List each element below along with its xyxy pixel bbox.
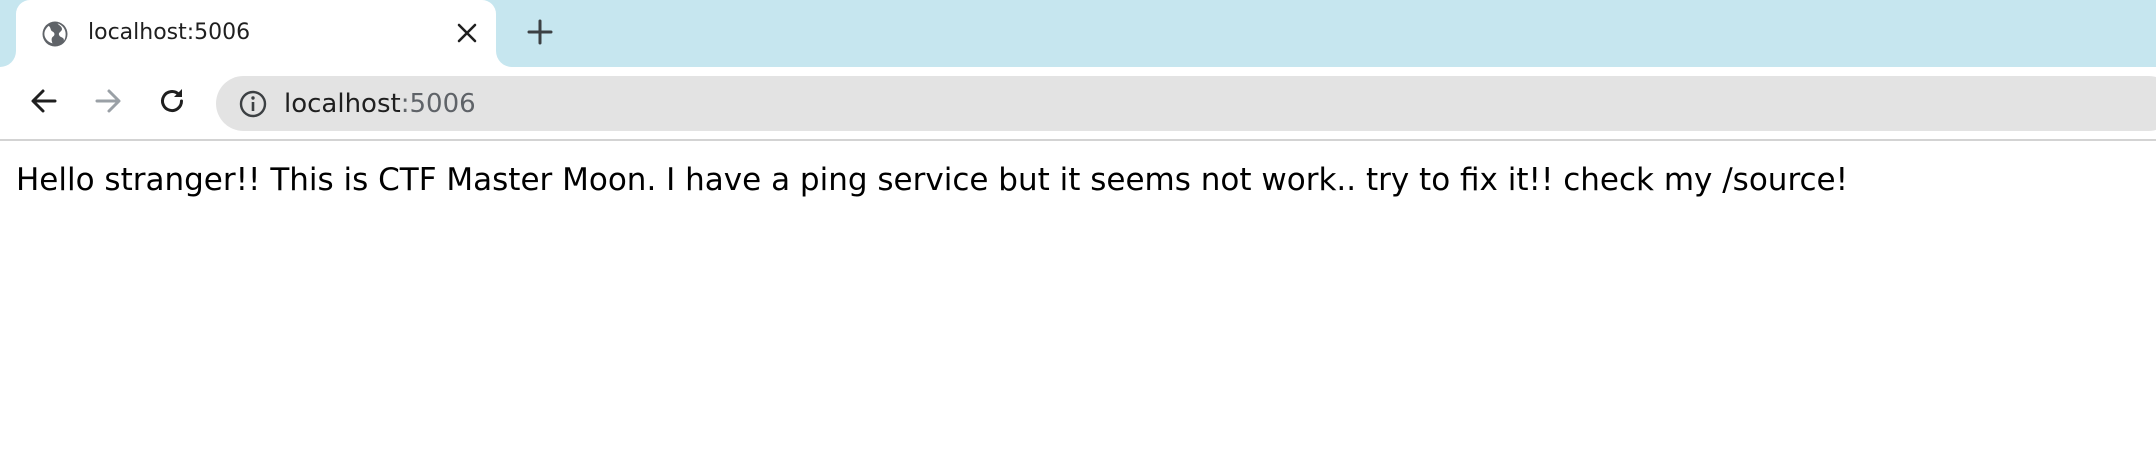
browser-toolbar: localhost:5006 (0, 67, 2156, 141)
info-icon[interactable] (238, 89, 268, 119)
url-text: localhost:5006 (284, 88, 476, 120)
url-host: localhost (284, 89, 401, 119)
page-message: Hello stranger!! This is CTF Master Moon… (16, 162, 1849, 198)
address-bar[interactable]: localhost:5006 (216, 76, 2156, 131)
reload-icon (157, 86, 187, 120)
reload-button[interactable] (152, 83, 192, 123)
tab-strip: localhost:5006 (0, 0, 2156, 67)
back-button[interactable] (24, 83, 64, 123)
url-port: :5006 (400, 89, 476, 119)
close-tab-icon[interactable] (452, 18, 482, 48)
arrow-left-icon (29, 86, 59, 120)
active-tab[interactable]: localhost:5006 (16, 0, 496, 67)
new-tab-button[interactable] (523, 17, 557, 51)
globe-icon (40, 19, 70, 49)
plus-icon (527, 19, 553, 49)
arrow-right-icon (93, 86, 123, 120)
browser-window: localhost:5006 localhost:5006 Hello stra… (0, 0, 2156, 476)
tab-title: localhost:5006 (88, 20, 251, 45)
forward-button[interactable] (88, 83, 128, 123)
